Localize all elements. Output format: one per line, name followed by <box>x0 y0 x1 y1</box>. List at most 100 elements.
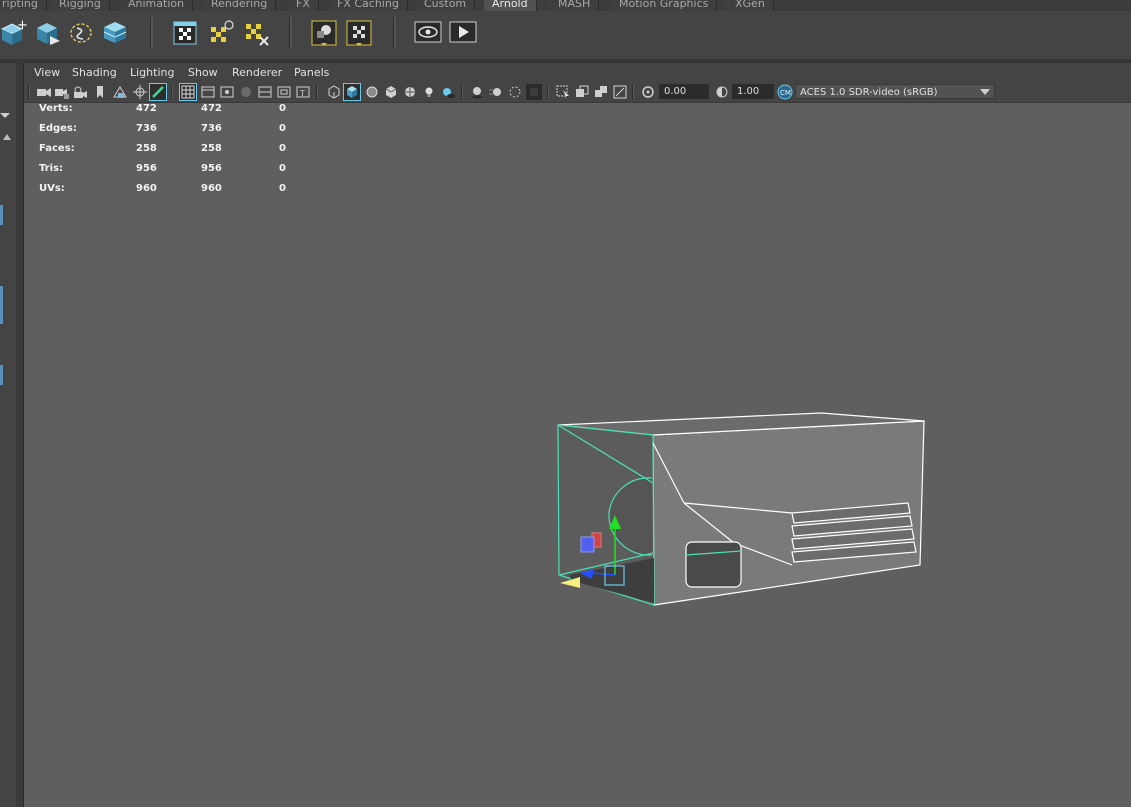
safe-action-icon[interactable] <box>276 84 292 100</box>
hud-value: 258 <box>201 143 222 154</box>
tab-arnold[interactable]: Arnold <box>484 0 537 11</box>
menu-lighting[interactable]: Lighting <box>130 66 174 79</box>
menu-view[interactable]: View <box>34 66 60 79</box>
scroll-up-icon[interactable] <box>2 126 12 140</box>
toolbar-divider <box>171 85 173 99</box>
depth-of-field-icon[interactable] <box>526 84 542 100</box>
isolate-select-icon[interactable] <box>555 84 571 100</box>
resolution-gate-icon[interactable] <box>219 84 235 100</box>
anti-aliasing-icon[interactable] <box>507 84 523 100</box>
toolbar-divider <box>547 85 549 99</box>
gamma-field[interactable]: 1.00 <box>732 84 774 99</box>
shelf-divider <box>150 17 153 49</box>
checker-arrow-icon[interactable] <box>345 19 373 47</box>
hud-value: 472 <box>201 103 222 114</box>
safe-title-icon[interactable]: T <box>295 84 311 100</box>
tab-rigging[interactable]: Rigging <box>51 0 110 11</box>
export-cube-icon[interactable] <box>34 19 62 47</box>
checker-light-icon[interactable] <box>207 19 235 47</box>
shelf-divider <box>289 17 292 49</box>
tool-indicator <box>0 365 3 385</box>
checker-window-icon[interactable] <box>171 19 199 47</box>
xray-active-components-icon[interactable] <box>593 84 609 100</box>
hud-value: 0 <box>279 103 286 114</box>
hud-label: UVs: <box>39 183 65 194</box>
hud-value: 0 <box>279 143 286 154</box>
lasso-select-icon[interactable] <box>67 19 95 47</box>
aov-sphere-icon[interactable] <box>310 19 338 47</box>
tab-motion-graphics[interactable]: Motion Graphics <box>611 0 718 11</box>
hud-value: 472 <box>136 103 157 114</box>
toolbar-divider <box>28 85 30 99</box>
checker-delete-icon[interactable] <box>243 19 271 47</box>
grid-icon[interactable] <box>179 83 197 101</box>
field-chart-icon[interactable] <box>257 84 273 100</box>
hud-value: 0 <box>279 163 286 174</box>
image-plane-icon[interactable] <box>112 84 128 100</box>
textured-icon[interactable] <box>383 84 399 100</box>
menu-show[interactable]: Show <box>188 66 218 79</box>
hud-value: 0 <box>279 123 286 134</box>
exposure-icon[interactable] <box>640 84 656 100</box>
collapse-arrow-icon[interactable] <box>0 107 10 119</box>
panel-menu-bar: View Shading Lighting Show Renderer Pane… <box>24 63 1131 82</box>
mesh-wireframe[interactable] <box>557 412 925 606</box>
xray-icon[interactable] <box>574 84 590 100</box>
svg-text:T: T <box>299 89 305 98</box>
create-cube-icon[interactable]: + <box>0 18 28 47</box>
hud-value: 736 <box>136 123 157 134</box>
left-tool-strip <box>0 63 16 807</box>
eye-render-view-icon[interactable] <box>414 19 442 47</box>
exposure-field[interactable]: 0.00 <box>659 84 709 99</box>
tab-xgen[interactable]: XGen <box>727 0 774 11</box>
hud-value: 956 <box>201 163 222 174</box>
tab-animation[interactable]: Animation <box>120 0 194 11</box>
layered-cube-icon[interactable] <box>101 19 129 47</box>
hud-value: 960 <box>136 183 157 194</box>
bookmark-icon[interactable] <box>92 84 108 100</box>
two-d-pan-icon[interactable] <box>132 84 148 100</box>
grease-pencil-icon[interactable] <box>149 83 167 101</box>
tab-fx-caching[interactable]: FX Caching <box>329 0 408 11</box>
gamma-icon[interactable] <box>714 84 730 100</box>
panel-splitter[interactable] <box>16 63 23 807</box>
tool-indicator <box>0 286 3 324</box>
tab-custom[interactable]: Custom <box>416 0 476 11</box>
tab-scripting[interactable]: ripting <box>0 0 47 11</box>
hud-label: Verts: <box>39 103 73 114</box>
hud-value: 956 <box>136 163 157 174</box>
camera-attributes-icon[interactable] <box>72 84 88 100</box>
menu-panels[interactable]: Panels <box>294 66 329 79</box>
wireframe-icon[interactable] <box>326 84 342 100</box>
shelf: + <box>0 11 1131 59</box>
lights-icon[interactable] <box>421 84 437 100</box>
tab-fx[interactable]: FX <box>288 0 319 11</box>
camera-select-icon[interactable] <box>36 84 52 100</box>
play-render-icon[interactable] <box>449 19 477 47</box>
smooth-shade-icon[interactable] <box>343 83 361 101</box>
xray-joints-icon[interactable] <box>612 84 628 100</box>
hud-label: Faces: <box>39 143 75 154</box>
model-panel[interactable]: View Shading Lighting Show Renderer Pane… <box>23 63 1131 807</box>
hud-value: 0 <box>279 183 286 194</box>
wireframe-on-shaded-icon[interactable] <box>364 84 380 100</box>
menu-renderer[interactable]: Renderer <box>232 66 282 79</box>
svg-text:CM: CM <box>780 89 791 97</box>
color-management-icon[interactable]: CM <box>777 84 793 100</box>
color-space-label: ACES 1.0 SDR-video (sRGB) <box>800 87 938 98</box>
film-gate-icon[interactable] <box>200 84 216 100</box>
tab-mash[interactable]: MASH <box>550 0 600 11</box>
menu-shading[interactable]: Shading <box>72 66 117 79</box>
color-space-dropdown[interactable]: ACES 1.0 SDR-video (sRGB) <box>795 84 995 99</box>
checker-texture-icon[interactable] <box>402 84 418 100</box>
shadows-icon[interactable] <box>440 84 456 100</box>
tool-indicator <box>0 205 3 225</box>
hud-value: 960 <box>201 183 222 194</box>
ambient-occlusion-icon[interactable] <box>469 84 485 100</box>
hud-label: Tris: <box>39 163 64 174</box>
gate-mask-icon[interactable] <box>238 84 254 100</box>
motion-blur-icon[interactable] <box>488 84 504 100</box>
camera-lock-icon[interactable] <box>54 84 70 100</box>
viewport[interactable] <box>24 103 1131 807</box>
tab-rendering[interactable]: Rendering <box>203 0 277 11</box>
